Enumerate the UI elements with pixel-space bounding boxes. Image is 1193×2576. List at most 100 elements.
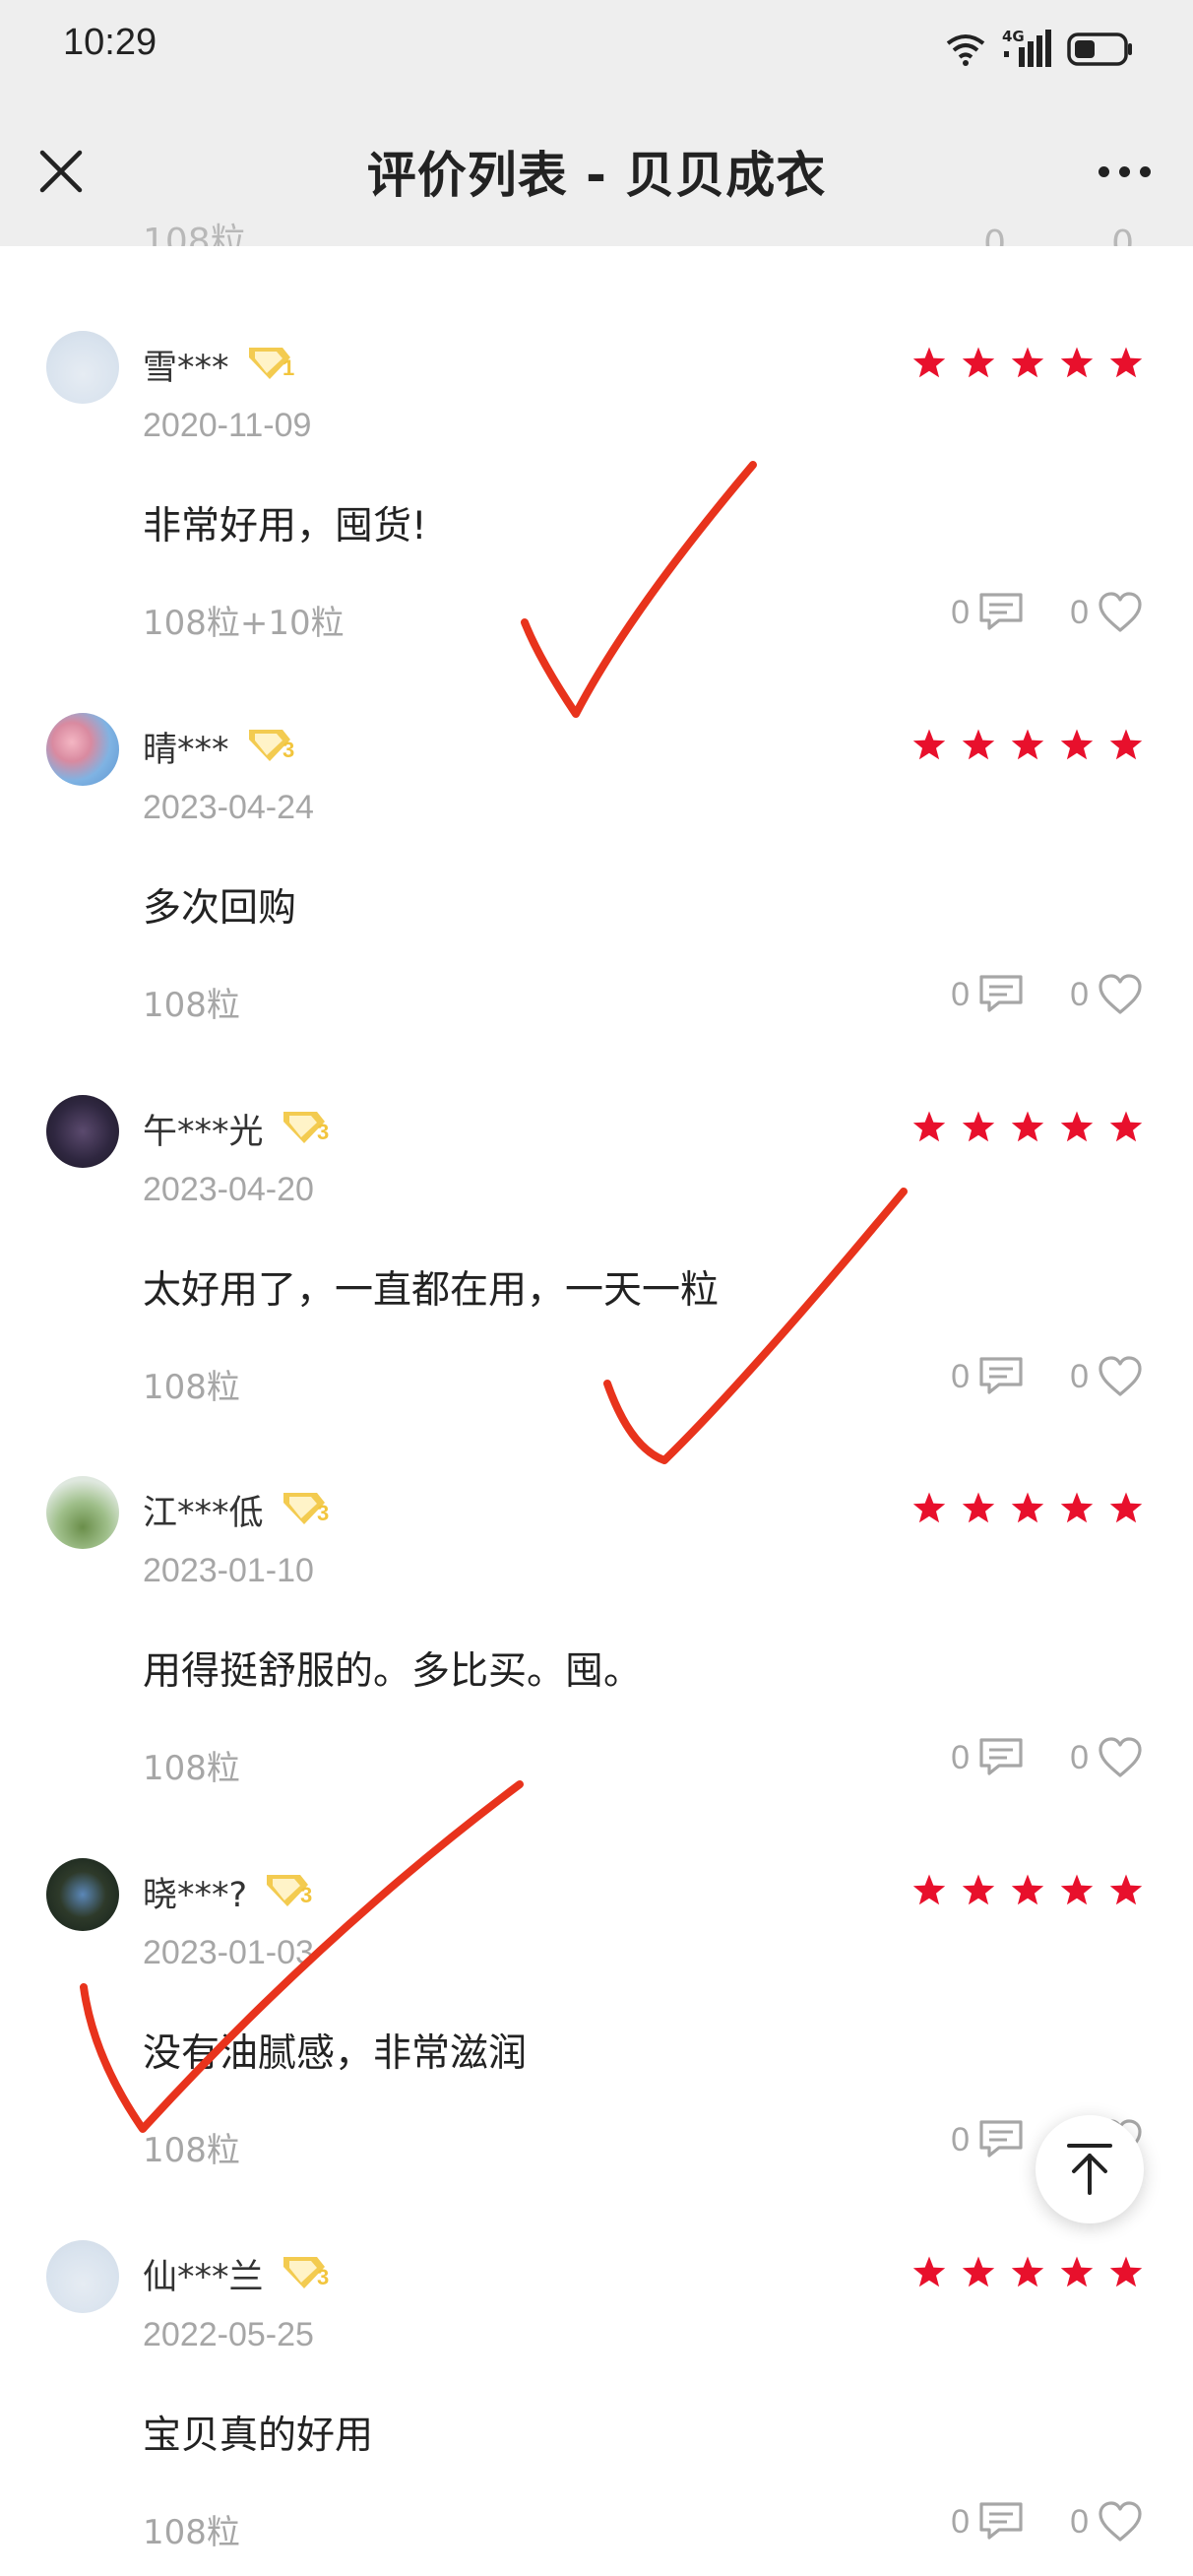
star-icon — [962, 1874, 995, 1905]
back-to-top-button[interactable] — [1036, 2115, 1144, 2223]
arrow-up-icon — [1067, 2144, 1112, 2195]
review-date: 2023-01-03 — [143, 1934, 314, 1971]
star-icon — [1011, 1492, 1044, 1523]
comment-icon[interactable] — [977, 2500, 1027, 2544]
review-date: 2023-04-20 — [143, 1171, 314, 1208]
like-count: 0 — [1070, 2502, 1089, 2541]
vip-badge-icon: 1 — [249, 348, 294, 380]
star-icon — [1109, 2256, 1143, 2287]
comment-count: 0 — [951, 593, 971, 631]
status-bar: 10:29 4G — [0, 0, 1193, 98]
status-icons: 4G — [945, 28, 1134, 71]
review-item: 雪*** 1 2020-11-09 非常好用，囤货! 108粒+10粒 0 0 — [0, 246, 1193, 643]
review-item: 晓***?32023-01-03没有油腻感，非常滋润108粒00 — [0, 1773, 1193, 2170]
vip-badge-icon: 3 — [283, 1112, 329, 1144]
review-date: 2022-05-25 — [143, 2316, 314, 2353]
star-icon — [912, 1111, 946, 1142]
product-spec: 108粒 — [143, 2513, 240, 2552]
star-icon — [1109, 1492, 1143, 1523]
star-icon — [962, 1111, 995, 1142]
more-button[interactable] — [1085, 140, 1163, 203]
star-icon — [912, 2256, 946, 2287]
vip-level: 3 — [300, 1883, 312, 1907]
review-item: 午***光 3 2023-04-20 太好用了，一直都在用，一天一粒 108粒 0 0 — [0, 1010, 1193, 1407]
review-content: 非常好用，囤货! — [143, 504, 427, 548]
star-icon — [1109, 1874, 1143, 1905]
status-time: 10:29 — [63, 22, 157, 63]
reviewer-name: 江***低 — [143, 1494, 264, 1533]
heart-icon[interactable] — [1097, 2500, 1144, 2544]
vip-badge-icon: 3 — [267, 1875, 312, 1907]
star-icon — [1060, 1492, 1094, 1523]
rating-stars — [911, 1490, 1144, 1525]
rating-stars — [911, 1109, 1144, 1144]
star-icon — [1011, 1874, 1044, 1905]
review-content: 多次回购 — [143, 886, 297, 931]
review-content: 用得挺舒服的。多比买。囤。 — [143, 1649, 643, 1694]
partial-like-count: 0 — [1111, 224, 1134, 246]
star-icon — [1011, 347, 1044, 378]
partial-comment-count: 0 — [983, 224, 1006, 246]
partial-spec: 108粒 — [143, 222, 246, 246]
avatar[interactable] — [46, 713, 119, 786]
star-icon — [912, 347, 946, 378]
star-icon — [962, 1492, 995, 1523]
vip-level: 3 — [317, 1120, 329, 1144]
star-icon — [1060, 729, 1094, 760]
like-count: 0 — [1070, 1357, 1089, 1395]
reviewer-name: 仙***兰 — [143, 2258, 264, 2297]
review-item: 江***低 3 2023-01-10 用得挺舒服的。多比买。囤。 108粒 0 0 — [0, 1391, 1193, 1788]
star-icon — [1011, 1111, 1044, 1142]
reviewer-name: 午***光 — [143, 1113, 264, 1152]
review-content: 没有油腻感，非常滋润 — [143, 2031, 528, 2076]
comment-count: 0 — [951, 1357, 971, 1395]
comment-count: 0 — [951, 975, 971, 1013]
review-date: 2020-11-09 — [143, 407, 312, 444]
star-icon — [1109, 1111, 1143, 1142]
wifi-icon — [946, 34, 985, 66]
reviewer-name: 晓***? — [143, 1876, 248, 1915]
rating-stars — [911, 727, 1144, 762]
battery-icon — [1067, 32, 1132, 66]
like-count: 0 — [1070, 593, 1089, 631]
review-content: 宝贝真的好用 — [143, 2414, 374, 2458]
star-icon — [1109, 729, 1143, 760]
review-date: 2023-04-24 — [143, 789, 314, 826]
avatar[interactable] — [46, 2240, 119, 2313]
comment-count: 0 — [951, 2120, 971, 2158]
vip-badge-icon: 3 — [249, 730, 294, 762]
avatar[interactable] — [46, 1858, 119, 1931]
star-icon — [962, 2256, 995, 2287]
star-icon — [962, 729, 995, 760]
rating-stars — [911, 2254, 1144, 2289]
page-title: 评价列表 - 贝贝成衣 — [366, 147, 827, 204]
cellular-signal-icon: 4G — [1002, 28, 1051, 69]
comment-count: 0 — [951, 1738, 971, 1776]
avatar[interactable] — [46, 1476, 119, 1549]
rating-stars — [911, 1872, 1144, 1907]
review-item: 仙***兰 3 2022-05-25 宝贝真的好用 108粒 0 0 — [0, 2156, 1193, 2552]
star-icon — [1060, 1874, 1094, 1905]
vip-level: 1 — [283, 355, 294, 380]
more-icon — [1098, 165, 1109, 177]
star-icon — [1109, 347, 1143, 378]
rating-stars — [911, 345, 1144, 380]
star-icon — [1011, 2256, 1044, 2287]
vip-level: 3 — [317, 1501, 329, 1525]
comment-count: 0 — [951, 2502, 971, 2541]
star-icon — [1060, 2256, 1094, 2287]
star-icon — [962, 347, 995, 378]
star-icon — [912, 1492, 946, 1523]
reviewer-name: 雪*** — [143, 349, 229, 388]
review-actions: 00 — [951, 2500, 1144, 2544]
star-icon — [1060, 347, 1094, 378]
reviewer-name: 晴*** — [143, 731, 229, 770]
star-icon — [912, 729, 946, 760]
star-icon — [1060, 1111, 1094, 1142]
vip-level: 3 — [283, 738, 294, 762]
star-icon — [1011, 729, 1044, 760]
avatar[interactable] — [46, 1095, 119, 1168]
avatar[interactable] — [46, 331, 119, 404]
review-content: 太好用了，一直都在用，一天一粒 — [143, 1268, 720, 1313]
star-icon — [912, 1874, 946, 1905]
